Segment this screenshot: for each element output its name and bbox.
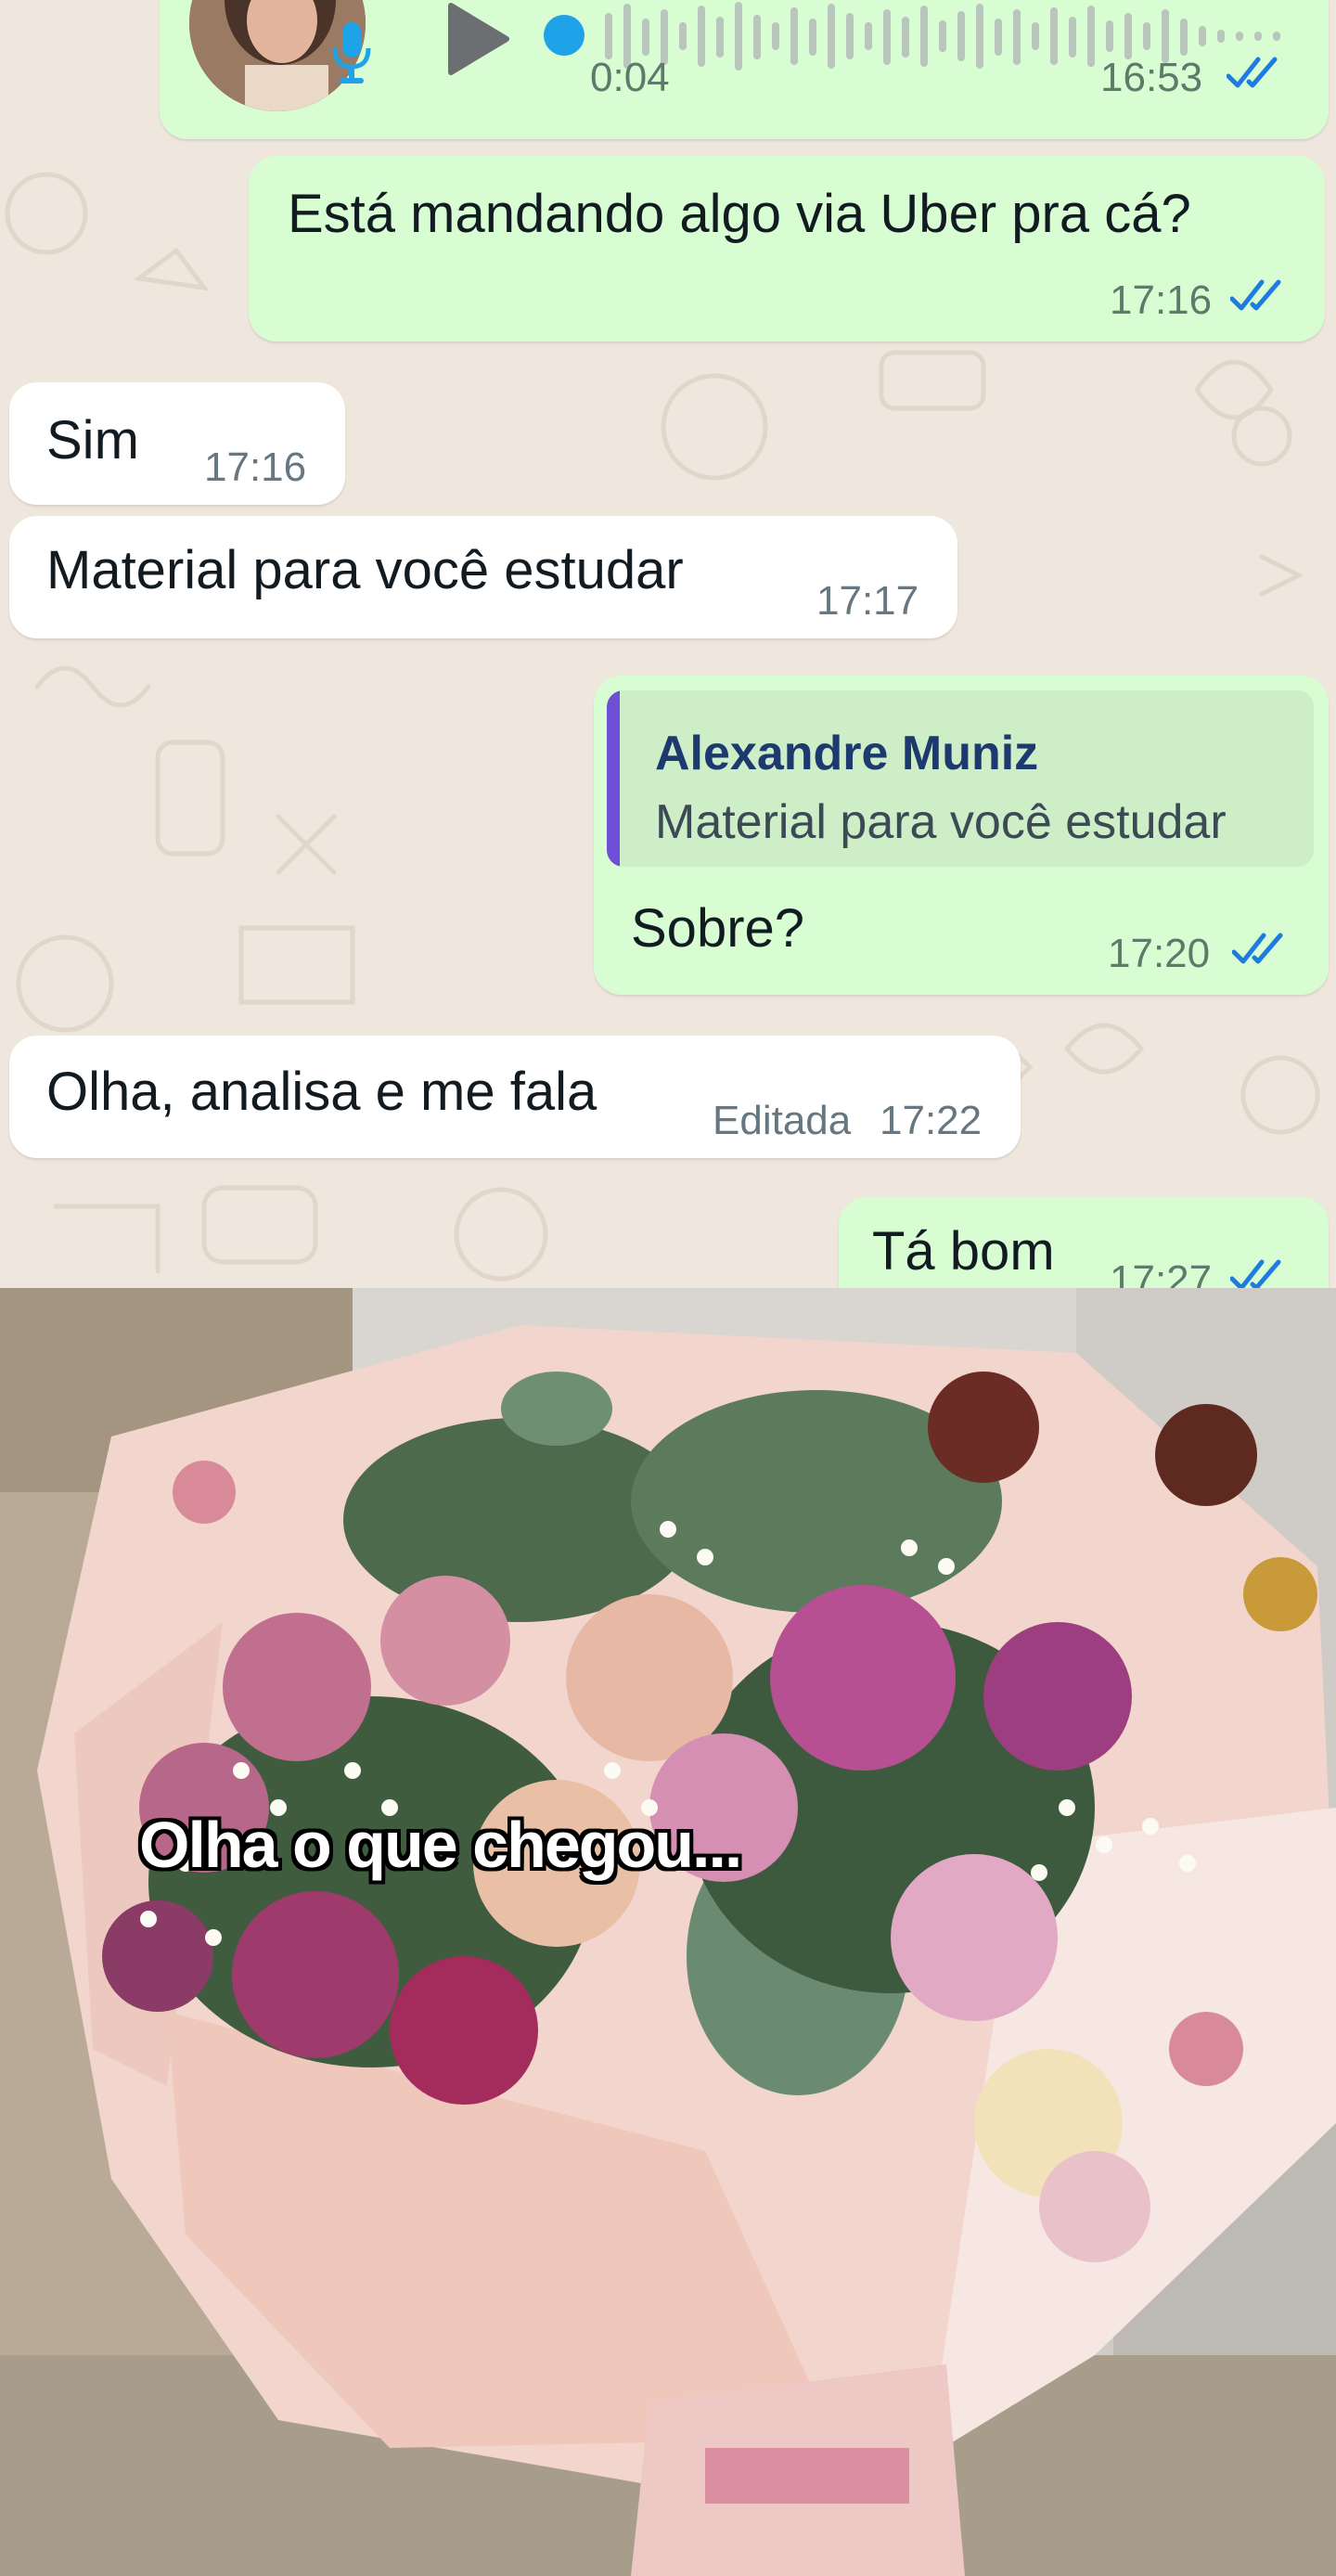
quoted-message[interactable]: Alexandre Muniz Material para você estud… (607, 690, 1314, 867)
flower-bouquet-photo (0, 1288, 1336, 2576)
message-bubble-outgoing[interactable]: Tá bom 17:27 (839, 1197, 1329, 1288)
message-time: 17:22 (880, 1098, 983, 1143)
message-text: Sobre? (631, 898, 805, 959)
message-time: 16:53 (1100, 55, 1203, 100)
quote-accent-bar (607, 690, 620, 867)
message-time: 17:16 (204, 444, 307, 490)
play-icon[interactable] (443, 0, 510, 78)
message-text: Sim (46, 410, 139, 470)
message-bubble-outgoing[interactable]: Está mandando algo via Uber pra cá? 17:1… (249, 156, 1325, 341)
message-time: 17:27 (1110, 1257, 1213, 1289)
read-ticks-icon (1230, 279, 1281, 311)
read-ticks-icon (1232, 933, 1283, 964)
bouquet-illustration (0, 1288, 1336, 2576)
message-time: 17:16 (1110, 277, 1213, 323)
message-bubble-outgoing-reply[interactable]: Alexandre Muniz Material para você estud… (594, 676, 1329, 995)
read-ticks-icon (1227, 57, 1278, 88)
message-bubble-incoming[interactable]: Olha, analisa e me fala Editada 17:22 (9, 1036, 1021, 1158)
photo-caption: Olha o que chegou... (139, 1809, 742, 1881)
voice-message-bubble[interactable]: 0:04 16:53 (160, 0, 1329, 139)
message-bubble-incoming[interactable]: Sim 17:16 (9, 382, 345, 505)
message-text: Tá bom (872, 1221, 1055, 1282)
message-bubble-incoming[interactable]: Material para você estudar 17:17 (9, 516, 957, 638)
quote-author: Alexandre Muniz (655, 727, 1039, 780)
message-time: 17:20 (1108, 931, 1211, 976)
edited-label: Editada (713, 1098, 852, 1143)
message-time: 17:17 (816, 578, 919, 624)
read-ticks-icon (1230, 1259, 1281, 1288)
message-text: Material para você estudar (46, 540, 684, 600)
message-text: Está mandando algo via Uber pra cá? (288, 184, 1191, 244)
mic-icon (332, 22, 371, 84)
chat-conversation: 0:04 16:53 Está mandando algo via Uber p… (0, 0, 1336, 1288)
quote-text: Material para você estudar (655, 795, 1227, 849)
voice-duration: 0:04 (590, 55, 670, 100)
message-text: Olha, analisa e me fala (46, 1062, 597, 1122)
